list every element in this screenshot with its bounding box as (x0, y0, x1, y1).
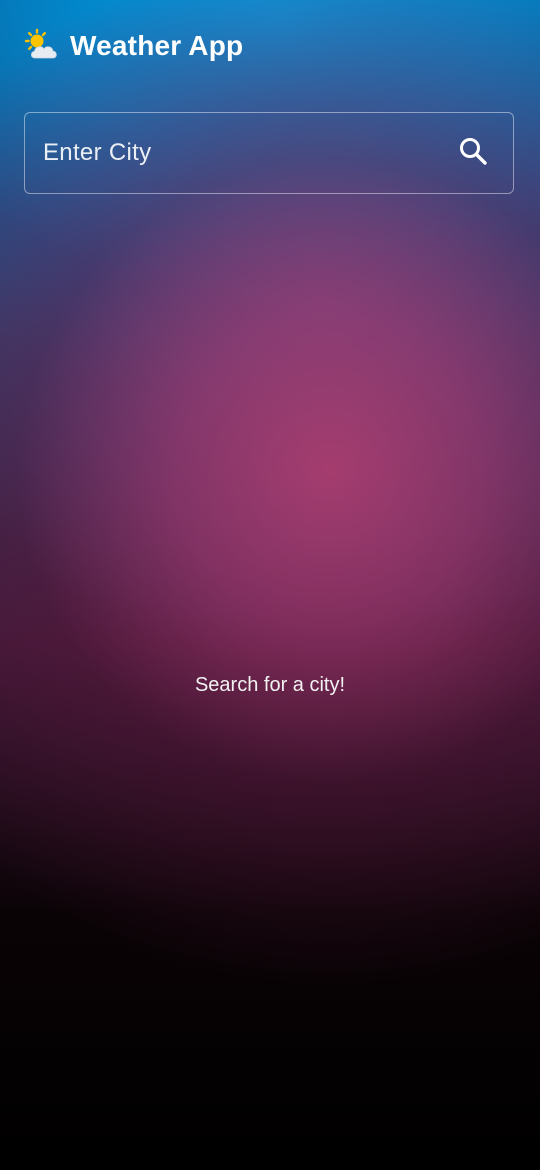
sun-behind-cloud-icon (24, 28, 60, 64)
app-bar: Weather App (24, 26, 243, 66)
search-button[interactable] (441, 121, 505, 185)
app-screen: Weather App Search for a city! (0, 0, 540, 1170)
search-icon (458, 136, 488, 171)
empty-state-message: Search for a city! (194, 674, 346, 696)
city-search-box (24, 112, 514, 194)
city-search-input[interactable] (25, 113, 441, 193)
app-title: Weather App (70, 30, 244, 61)
